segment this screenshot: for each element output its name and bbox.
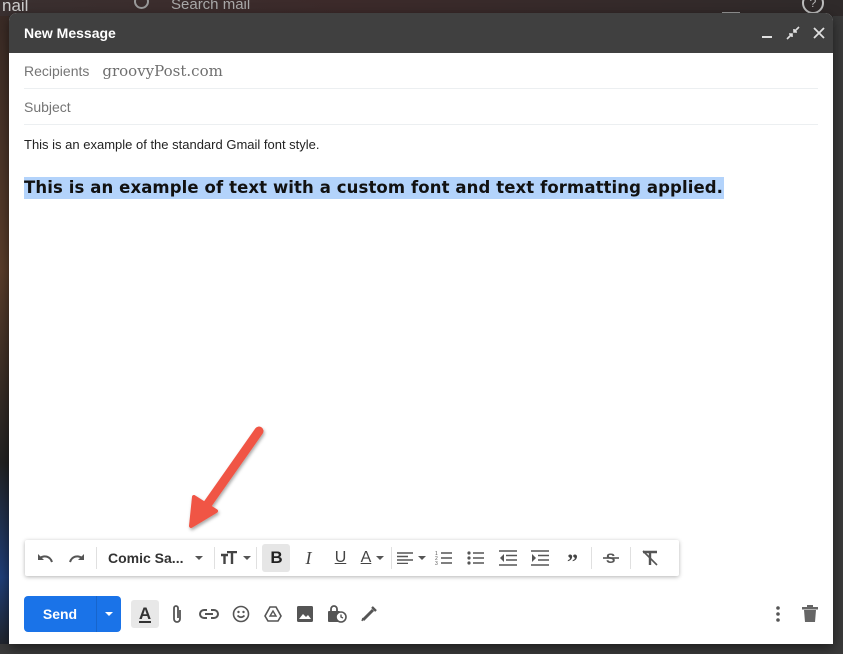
- align-icon[interactable]: [397, 544, 427, 572]
- toolbar-separator: [214, 547, 216, 569]
- discard-draft-icon[interactable]: [796, 600, 824, 628]
- send-button-group: Send: [24, 596, 121, 632]
- attach-icon[interactable]: [163, 600, 191, 628]
- body-text-custom-selected[interactable]: This is an example of text with a custom…: [24, 177, 725, 199]
- toolbar-separator: [96, 547, 97, 569]
- font-select[interactable]: Comic Sa...: [102, 544, 209, 572]
- indent-more-icon[interactable]: [526, 544, 554, 572]
- bulleted-list-icon[interactable]: [462, 544, 490, 572]
- formatting-options-icon[interactable]: A: [131, 600, 159, 628]
- confidential-mode-icon[interactable]: [323, 600, 351, 628]
- compose-window: New Message Recipients groovyPost.com Su…: [9, 13, 833, 644]
- subject-field[interactable]: Subject: [24, 89, 818, 125]
- drive-icon[interactable]: [259, 600, 287, 628]
- compose-titlebar[interactable]: New Message: [9, 13, 833, 53]
- exit-fullscreen-icon[interactable]: [781, 21, 805, 45]
- redo-icon[interactable]: [63, 544, 91, 572]
- chevron-down-icon: [243, 556, 252, 560]
- toolbar-separator: [391, 547, 393, 569]
- subject-input[interactable]: Subject: [24, 99, 71, 115]
- send-options-button[interactable]: [97, 596, 121, 632]
- numbered-list-icon[interactable]: 123: [430, 544, 458, 572]
- quote-icon[interactable]: ”: [558, 540, 586, 576]
- chevron-down-icon: [105, 612, 113, 616]
- background-right: [833, 16, 843, 654]
- sidebar-background: [0, 16, 9, 654]
- signature-icon[interactable]: [355, 600, 383, 628]
- background-bottom: [0, 644, 843, 654]
- help-icon[interactable]: ?: [802, 0, 824, 14]
- compose-bottom-bar: Send A: [24, 594, 824, 634]
- font-select-value: Comic Sa...: [108, 550, 184, 566]
- photo-icon[interactable]: [291, 600, 319, 628]
- recipients-field[interactable]: Recipients groovyPost.com: [24, 53, 818, 89]
- minimize-icon[interactable]: [755, 21, 779, 45]
- italic-icon[interactable]: I: [294, 544, 322, 572]
- toolbar-separator: [256, 547, 258, 569]
- undo-icon[interactable]: [31, 544, 59, 572]
- chevron-down-icon: [376, 556, 385, 560]
- bold-icon[interactable]: B: [262, 544, 291, 572]
- compose-title: New Message: [24, 25, 116, 41]
- chevron-down-icon: [195, 556, 204, 560]
- svg-text:3: 3: [435, 561, 438, 566]
- strikethrough-icon[interactable]: S: [597, 544, 625, 572]
- underline-icon[interactable]: U: [326, 544, 354, 572]
- close-icon[interactable]: [807, 21, 831, 45]
- search-input[interactable]: Search mail: [171, 0, 250, 13]
- text-color-icon[interactable]: A: [358, 544, 386, 572]
- send-button[interactable]: Send: [24, 596, 97, 632]
- toolbar-separator: [630, 547, 632, 569]
- recipients-input[interactable]: groovyPost.com: [102, 62, 222, 80]
- search-icon[interactable]: [134, 0, 149, 9]
- indent-less-icon[interactable]: [494, 544, 522, 572]
- link-icon[interactable]: [195, 600, 223, 628]
- recipients-label: Recipients: [24, 62, 90, 79]
- toolbar-separator: [591, 547, 593, 569]
- text-size-icon[interactable]: [220, 544, 252, 572]
- tune-icon[interactable]: [722, 0, 740, 14]
- remove-formatting-icon[interactable]: [636, 544, 664, 572]
- chevron-down-icon: [418, 556, 427, 560]
- body-text-standard[interactable]: This is an example of the standard Gmail…: [24, 137, 320, 152]
- more-options-icon[interactable]: [764, 600, 792, 628]
- emoji-icon[interactable]: [227, 600, 255, 628]
- formatting-toolbar: Comic Sa... B I U A 123 ” S: [25, 540, 679, 576]
